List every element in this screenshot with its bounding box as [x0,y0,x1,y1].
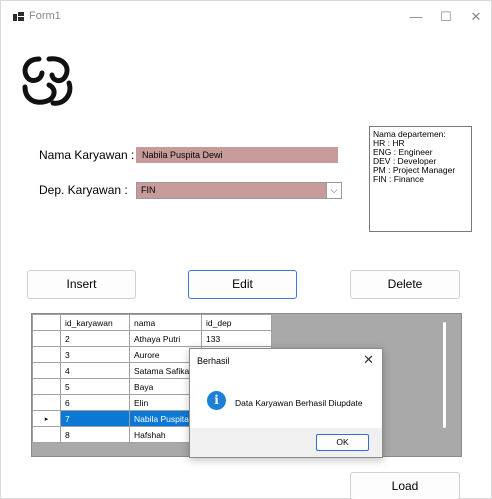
row-header[interactable] [32,378,61,395]
row-header[interactable] [32,362,61,379]
cell-id[interactable]: 4 [60,362,130,379]
maximize-button[interactable]: ☐ [435,7,457,27]
row-header[interactable] [32,330,61,347]
row-header-corner[interactable] [32,314,61,331]
nama-karyawan-label: Nama Karyawan : [39,148,135,162]
title-bar[interactable]: Form1 — ☐ ✕ [1,1,491,35]
column-header-nama[interactable]: nama [129,314,202,331]
table-row[interactable]: 2 Athaya Putri 133 [32,330,272,347]
success-dialog: Berhasil ✕ i Data Karyawan Berhasil Diup… [189,348,383,458]
ok-button[interactable]: OK [316,434,369,451]
row-header[interactable] [32,394,61,411]
column-header-id-karyawan[interactable]: id_karyawan [60,314,130,331]
cell-id[interactable]: 7 [60,410,130,427]
dialog-close-button[interactable]: ✕ [363,352,374,368]
cell-id[interactable]: 5 [60,378,130,395]
cell-id[interactable]: 8 [60,426,130,443]
cell-id[interactable]: 6 [60,394,130,411]
nama-karyawan-input[interactable]: Nabila Puspita Dewi [136,147,338,163]
row-header[interactable] [32,426,61,443]
info-icon: i [207,391,226,410]
dialog-body: i Data Karyawan Berhasil Diupdate [190,372,382,428]
main-window: Form1 — ☐ ✕ Nama Karyawan : Nabila Puspi… [0,0,492,499]
dialog-message: Data Karyawan Berhasil Diupdate [235,398,363,408]
cell-nama[interactable]: Athaya Putri [129,330,202,347]
dep-karyawan-value: FIN [141,185,156,195]
edit-button[interactable]: Edit [188,270,297,299]
logo-icon [22,56,73,106]
delete-button[interactable]: Delete [350,270,460,299]
window-title: Form1 [29,10,61,22]
load-button[interactable]: Load [350,472,460,499]
dialog-title: Berhasil [197,356,230,366]
chevron-down-icon[interactable]: ⌵ [326,183,341,198]
insert-button[interactable]: Insert [27,270,136,299]
cell-dep[interactable]: 133 [201,330,272,347]
dep-karyawan-label: Dep. Karyawan : [39,183,128,197]
current-row-indicator[interactable]: ▸ [32,410,61,427]
column-header-id-dep[interactable]: id_dep [201,314,272,331]
departemen-legend-list[interactable]: Nama departemen: HR : HR ENG : Engineer … [369,126,472,232]
cell-id[interactable]: 3 [60,346,130,363]
grid-vertical-scrollbar[interactable] [443,322,446,428]
legend-line: FIN : Finance [373,174,425,184]
minimize-button[interactable]: — [405,7,427,27]
row-header[interactable] [32,346,61,363]
cell-id[interactable]: 2 [60,330,130,347]
dialog-title-bar[interactable]: Berhasil ✕ [190,349,382,372]
dep-karyawan-select[interactable]: FIN ⌵ [136,182,342,199]
close-button[interactable]: ✕ [465,7,487,27]
form-icon [13,12,24,21]
grid-header-row: id_karyawan nama id_dep [32,314,272,331]
